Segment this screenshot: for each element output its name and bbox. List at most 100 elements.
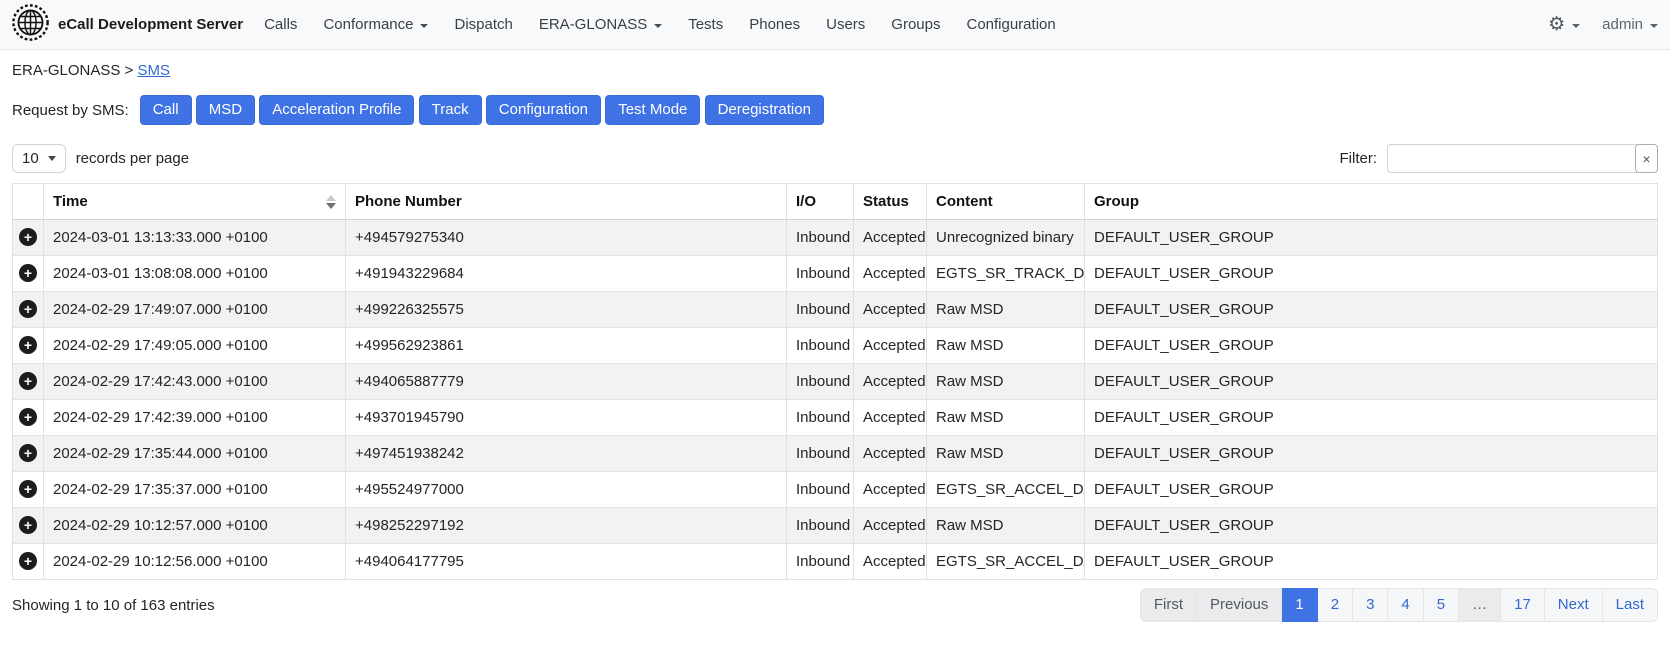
expand-row-button[interactable]: +	[19, 372, 37, 390]
cell-content: Raw MSD	[927, 364, 1085, 400]
table-header-row: TimePhone NumberI/OStatusContentGroup	[13, 184, 1658, 220]
expand-row-button[interactable]: +	[19, 336, 37, 354]
cell-phone-number: +498252297192	[346, 508, 787, 544]
sort-icon	[326, 195, 336, 209]
cell-io: Inbound	[787, 472, 854, 508]
cell-time: 2024-02-29 10:12:56.000 +0100	[44, 544, 346, 580]
cell-group: DEFAULT_USER_GROUP	[1085, 472, 1658, 508]
cell-content: Raw MSD	[927, 328, 1085, 364]
page-button-2[interactable]: 2	[1318, 588, 1353, 622]
column-header-status[interactable]: Status	[854, 184, 927, 220]
page-size-select[interactable]: 10	[12, 144, 66, 173]
page-button-3[interactable]: 3	[1353, 588, 1388, 622]
column-header-phone-number[interactable]: Phone Number	[346, 184, 787, 220]
page-button-ellipsis[interactable]: …	[1459, 588, 1501, 622]
settings-menu[interactable]: ⚙	[1548, 15, 1580, 34]
breadcrumb-parent: ERA-GLONASS	[12, 62, 120, 79]
cell-status: Accepted	[854, 292, 927, 328]
records-per-page-label: records per page	[76, 150, 189, 167]
expand-row-button[interactable]: +	[19, 408, 37, 426]
cell-group: DEFAULT_USER_GROUP	[1085, 220, 1658, 256]
cell-status: Accepted	[854, 364, 927, 400]
cell-group: DEFAULT_USER_GROUP	[1085, 328, 1658, 364]
table-row: +2024-02-29 17:35:44.000 +0100+497451938…	[13, 436, 1658, 472]
cell-phone-number: +494065887779	[346, 364, 787, 400]
nav-item-era-glonass[interactable]: ERA-GLONASS	[526, 16, 675, 33]
page-button-first[interactable]: First	[1140, 588, 1197, 622]
test-mode-button[interactable]: Test Mode	[605, 95, 700, 125]
expand-row-button[interactable]: +	[19, 228, 37, 246]
msd-button[interactable]: MSD	[196, 95, 255, 125]
cell-time: 2024-02-29 10:12:57.000 +0100	[44, 508, 346, 544]
cell-phone-number: +499562923861	[346, 328, 787, 364]
brand[interactable]: eCall Development Server	[12, 4, 243, 45]
expand-row-button[interactable]: +	[19, 264, 37, 282]
entries-summary: Showing 1 to 10 of 163 entries	[12, 588, 215, 614]
nav-item-tests[interactable]: Tests	[675, 16, 736, 33]
deregistration-button[interactable]: Deregistration	[705, 95, 824, 125]
nav-item-phones[interactable]: Phones	[736, 16, 813, 33]
cell-status: Accepted	[854, 472, 927, 508]
page-button-5[interactable]: 5	[1424, 588, 1459, 622]
cell-io: Inbound	[787, 220, 854, 256]
cell-status: Accepted	[854, 544, 927, 580]
nav-item-conformance[interactable]: Conformance	[310, 16, 441, 33]
expand-row-button[interactable]: +	[19, 516, 37, 534]
page-size-value: 10	[22, 150, 39, 167]
main-menu: CallsConformanceDispatchERA-GLONASSTests…	[251, 16, 1069, 33]
user-menu[interactable]: admin	[1602, 16, 1658, 33]
cell-group: DEFAULT_USER_GROUP	[1085, 364, 1658, 400]
filter-group: Filter: ×	[1340, 144, 1659, 173]
table-row: +2024-03-01 13:13:33.000 +0100+494579275…	[13, 220, 1658, 256]
nav-item-configuration[interactable]: Configuration	[953, 16, 1068, 33]
page-button-next[interactable]: Next	[1545, 588, 1603, 622]
track-button[interactable]: Track	[419, 95, 482, 125]
table-row: +2024-02-29 17:49:07.000 +0100+499226325…	[13, 292, 1658, 328]
page-button-1[interactable]: 1	[1282, 588, 1317, 622]
column-header-time[interactable]: Time	[44, 184, 346, 220]
cell-time: 2024-02-29 17:42:39.000 +0100	[44, 400, 346, 436]
nav-item-dispatch[interactable]: Dispatch	[441, 16, 525, 33]
cell-status: Accepted	[854, 328, 927, 364]
column-header-group[interactable]: Group	[1085, 184, 1658, 220]
nav-item-calls[interactable]: Calls	[251, 16, 310, 33]
cell-io: Inbound	[787, 508, 854, 544]
request-by-sms-label: Request by SMS:	[12, 102, 129, 119]
column-header-i-o[interactable]: I/O	[787, 184, 854, 220]
page-button-last[interactable]: Last	[1603, 588, 1658, 622]
clear-filter-button[interactable]: ×	[1635, 144, 1658, 173]
globe-logo-icon	[12, 4, 49, 45]
cell-content: Raw MSD	[927, 400, 1085, 436]
cell-status: Accepted	[854, 256, 927, 292]
cell-content: EGTS_SR_ACCEL_DATA	[927, 544, 1085, 580]
expand-row-button[interactable]: +	[19, 300, 37, 318]
expand-row-button[interactable]: +	[19, 552, 37, 570]
configuration-button[interactable]: Configuration	[486, 95, 601, 125]
cell-content: EGTS_SR_ACCEL_DATA	[927, 472, 1085, 508]
request-by-sms-toolbar: Request by SMS: Call MSD Acceleration Pr…	[12, 95, 1658, 125]
acceleration-profile-button[interactable]: Acceleration Profile	[259, 95, 414, 125]
table-controls: 10 records per page Filter: ×	[12, 144, 1658, 173]
breadcrumb-link-sms[interactable]: SMS	[137, 62, 170, 79]
nav-item-users[interactable]: Users	[813, 16, 878, 33]
cell-status: Accepted	[854, 400, 927, 436]
cell-time: 2024-02-29 17:35:37.000 +0100	[44, 472, 346, 508]
filter-input[interactable]	[1387, 144, 1637, 173]
table-row: +2024-02-29 17:42:43.000 +0100+494065887…	[13, 364, 1658, 400]
chevron-down-icon	[1650, 24, 1658, 28]
table-footer: Showing 1 to 10 of 163 entries FirstPrev…	[12, 588, 1658, 622]
expand-row-button[interactable]: +	[19, 444, 37, 462]
call-button[interactable]: Call	[140, 95, 192, 125]
cell-content: Unrecognized binary	[927, 220, 1085, 256]
page-button-4[interactable]: 4	[1388, 588, 1423, 622]
app-title: eCall Development Server	[58, 16, 243, 33]
nav-item-groups[interactable]: Groups	[878, 16, 953, 33]
page-button-17[interactable]: 17	[1501, 588, 1545, 622]
table-row: +2024-02-29 10:12:57.000 +0100+498252297…	[13, 508, 1658, 544]
column-header-content[interactable]: Content	[927, 184, 1085, 220]
cell-group: DEFAULT_USER_GROUP	[1085, 436, 1658, 472]
expand-row-button[interactable]: +	[19, 480, 37, 498]
table-row: +2024-02-29 10:12:56.000 +0100+494064177…	[13, 544, 1658, 580]
page-button-previous[interactable]: Previous	[1197, 588, 1282, 622]
navbar: eCall Development Server CallsConformanc…	[0, 0, 1670, 50]
